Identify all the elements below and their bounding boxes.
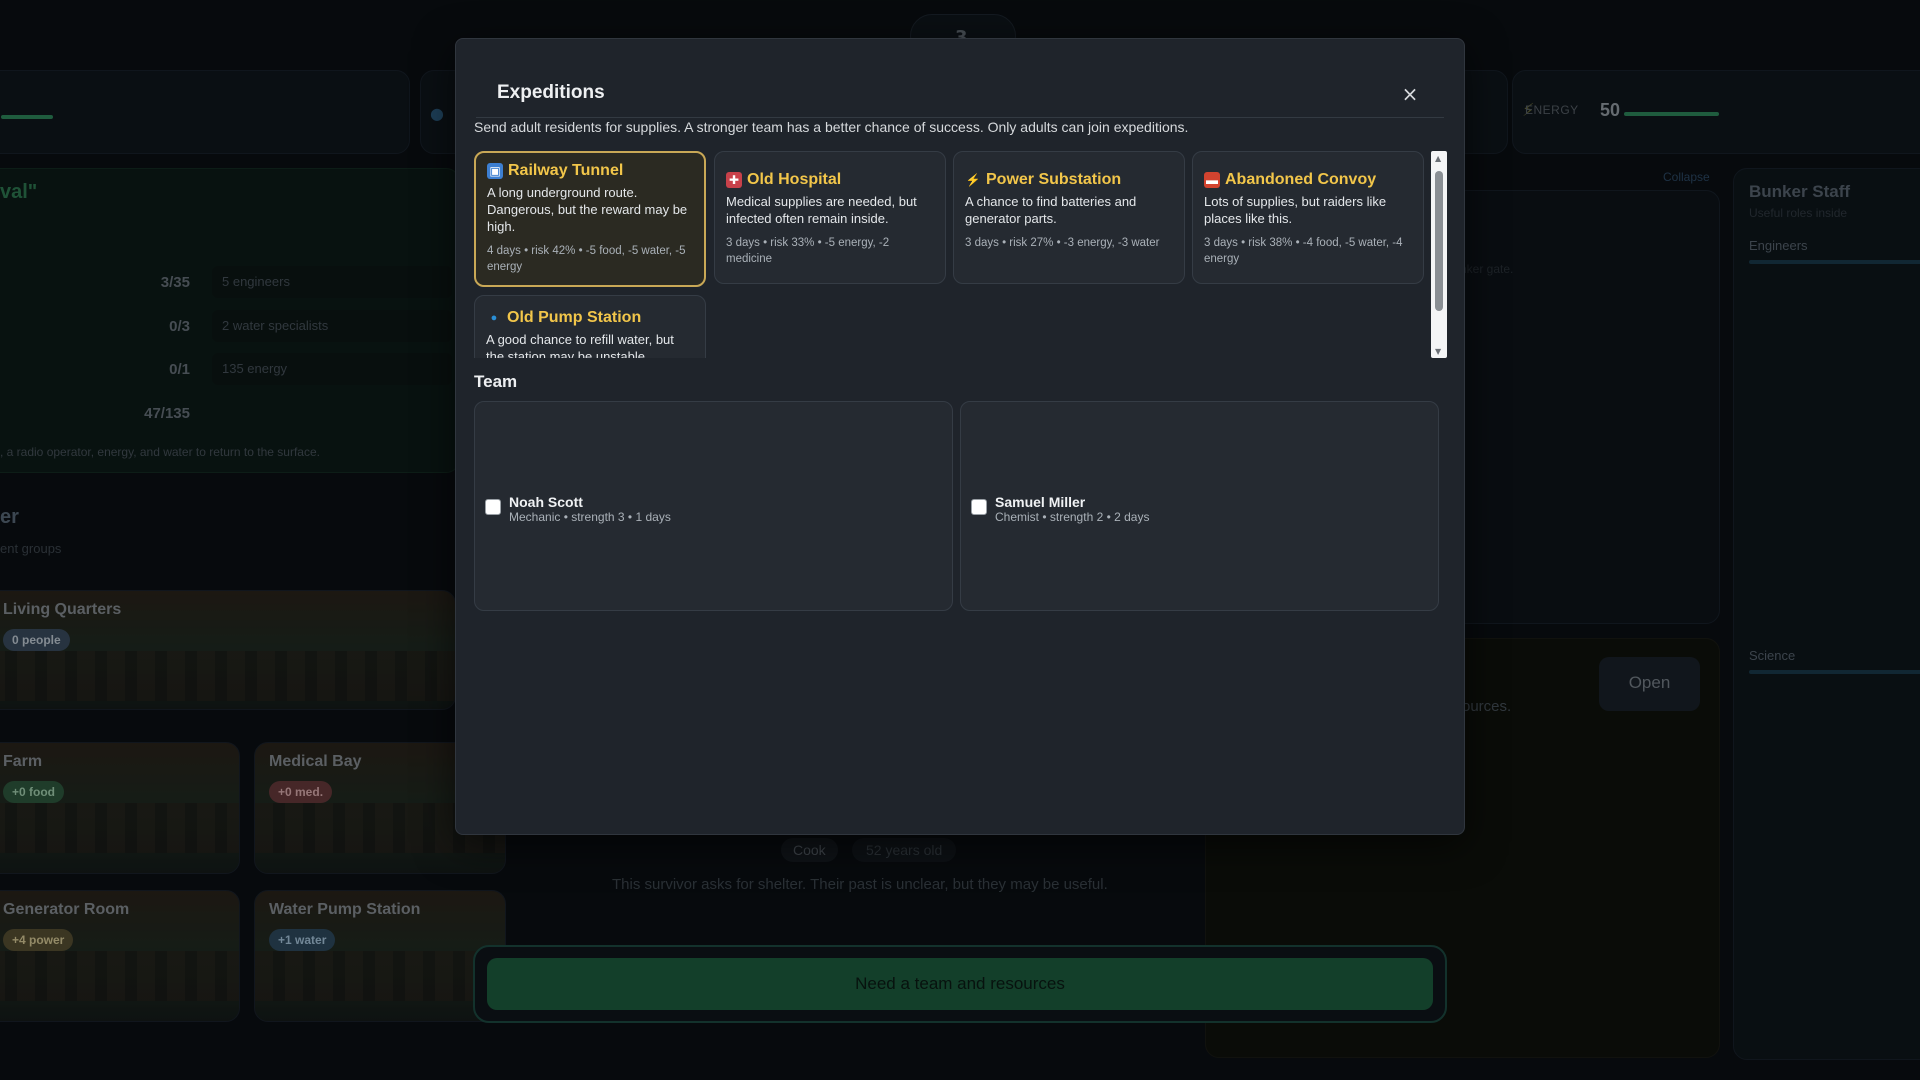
train-icon: ▣	[487, 163, 503, 179]
expedition-meta: 3 days • risk 27% • -3 energy, -3 water	[965, 237, 1160, 249]
expedition-name: Railway Tunnel	[508, 162, 624, 179]
expedition-description: A chance to find batteries and generator…	[965, 194, 1137, 226]
team-member-card[interactable]: Noah Scott Mechanic • strength 3 • 1 day…	[474, 401, 953, 611]
expedition-name: Old Pump Station	[507, 309, 642, 326]
modal-description: Send adult residents for supplies. A str…	[474, 119, 1189, 135]
team-member-card[interactable]: Samuel Miller Chemist • strength 2 • 2 d…	[960, 401, 1439, 611]
expedition-name: Abandoned Convoy	[1225, 171, 1377, 188]
expedition-scrollbar[interactable]: ▲ ▼	[1431, 151, 1447, 358]
hospital-icon: ✚	[726, 172, 742, 188]
member-checkbox[interactable]	[485, 499, 501, 515]
expedition-meta: 3 days • risk 38% • -4 food, -5 water, -…	[1204, 237, 1403, 265]
expedition-meta: 4 days • risk 42% • -5 food, -5 water, -…	[487, 245, 686, 273]
member-name: Noah Scott	[509, 494, 583, 510]
member-name: Samuel Miller	[995, 494, 1086, 510]
lightning-icon: ⚡	[965, 173, 981, 187]
expedition-list[interactable]: ▣ Railway Tunnel A long underground rout…	[474, 151, 1439, 358]
expedition-description: Lots of supplies, but raiders like place…	[1204, 194, 1387, 226]
scroll-up-arrow-icon[interactable]: ▲	[1435, 154, 1441, 163]
water-drop-icon: ●	[490, 312, 498, 324]
expedition-description: Medical supplies are needed, but infecte…	[726, 194, 917, 226]
expedition-card-old-hospital[interactable]: ✚ Old Hospital Medical supplies are need…	[714, 151, 946, 284]
scroll-down-arrow-icon[interactable]: ▼	[1435, 347, 1441, 356]
member-info: Mechanic • strength 3 • 1 days	[509, 510, 671, 524]
expedition-card-old-pump-station[interactable]: ● Old Pump Station A good chance to refi…	[474, 295, 706, 358]
expedition-name: Old Hospital	[747, 171, 842, 188]
modal-divider	[476, 117, 1444, 118]
truck-icon: ▬	[1204, 172, 1220, 188]
close-icon[interactable]: ×	[1396, 81, 1424, 109]
expeditions-modal: Expeditions × Send adult residents for s…	[455, 38, 1465, 835]
expedition-description: A good chance to refill water, but the s…	[486, 332, 674, 358]
member-checkbox[interactable]	[971, 499, 987, 515]
expedition-card-abandoned-convoy[interactable]: ▬ Abandoned Convoy Lots of supplies, but…	[1192, 151, 1424, 284]
scroll-thumb[interactable]	[1435, 171, 1443, 311]
team-heading: Team	[474, 372, 518, 391]
expedition-card-railway-tunnel[interactable]: ▣ Railway Tunnel A long underground rout…	[474, 151, 706, 287]
expedition-description: A long underground route. Dangerous, but…	[487, 185, 688, 234]
expedition-card-power-substation[interactable]: ⚡ Power Substation A chance to find batt…	[953, 151, 1185, 284]
modal-title: Expeditions	[497, 82, 605, 103]
member-info: Chemist • strength 2 • 2 days	[995, 510, 1150, 524]
expedition-name: Power Substation	[986, 171, 1122, 188]
expedition-meta: 3 days • risk 33% • -5 energy, -2 medici…	[726, 237, 890, 265]
